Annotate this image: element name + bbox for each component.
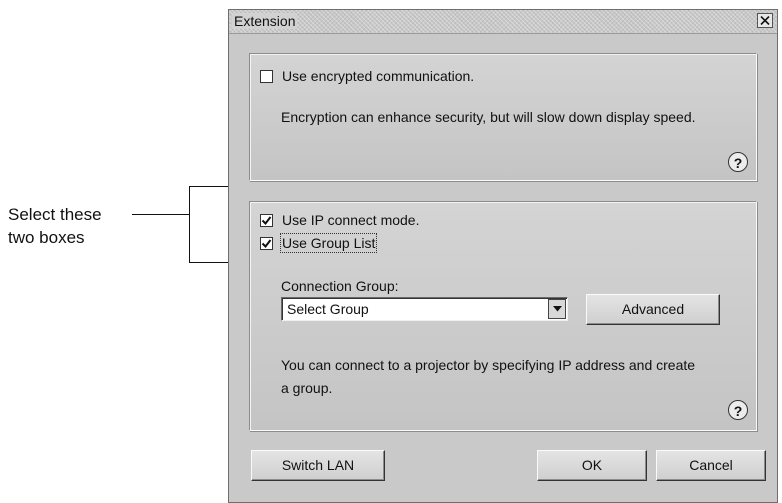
screenshot-stage: Select these two boxes Extension Use enc… [0,0,782,503]
extension-dialog: Extension Use encrypted communication. E… [228,9,778,503]
connection-panel: Use IP connect mode. Use Group List Conn… [249,201,757,431]
ok-button[interactable]: OK [537,450,647,481]
group-list-checkbox-row[interactable]: Use Group List [260,233,378,253]
encryption-description: Encryption can enhance security, but wil… [281,109,696,125]
dropdown-arrow-button[interactable] [548,299,566,319]
connection-group-value: Select Group [287,301,369,317]
title-bar[interactable]: Extension [229,10,777,34]
ip-mode-label: Use IP connect mode. [282,212,420,228]
ip-mode-checkbox[interactable] [260,213,273,227]
close-icon [760,16,770,25]
encrypted-checkbox-label: Use encrypted communication. [282,68,475,84]
cancel-button[interactable]: Cancel [656,450,766,481]
switch-lan-button[interactable]: Switch LAN [251,450,385,481]
connection-description: You can connect to a projector by specif… [281,357,696,396]
callout-leader-line [132,214,190,215]
ip-mode-checkbox-row[interactable]: Use IP connect mode. [260,212,419,228]
help-icon-connection[interactable]: ? [728,400,748,420]
advanced-button[interactable]: Advanced [586,294,720,325]
chevron-down-icon [553,306,562,312]
group-list-checkbox[interactable] [260,236,273,250]
connection-group-select[interactable]: Select Group [281,297,568,321]
close-button[interactable] [757,13,773,28]
encrypted-checkbox[interactable] [260,69,273,83]
connection-group-label: Connection Group: [281,278,399,294]
callout-text: Select these two boxes [8,205,102,247]
encryption-panel: Use encrypted communication. Encryption … [249,53,757,181]
group-list-label: Use Group List [279,233,378,253]
checkmark-icon [261,238,272,248]
help-icon-encryption[interactable]: ? [728,152,748,172]
encrypted-checkbox-row[interactable]: Use encrypted communication. [260,68,474,84]
checkmark-icon [261,215,272,225]
dialog-title: Extension [232,13,298,29]
